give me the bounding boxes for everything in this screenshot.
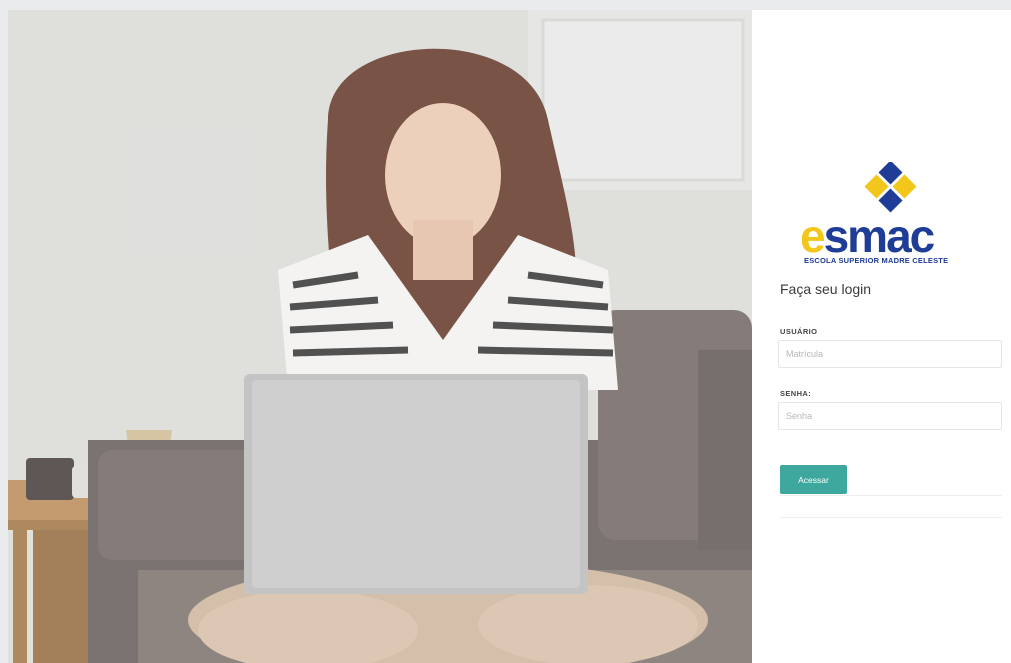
user-label: USUÁRIO xyxy=(780,327,818,336)
logo-letter-e: e xyxy=(800,210,826,262)
submit-button[interactable]: Acessar xyxy=(780,465,847,494)
password-input[interactable] xyxy=(778,402,1002,430)
login-panel: esmac ESCOLA SUPERIOR MADRE CELESTE Faça… xyxy=(752,10,1011,663)
logo-wordmark: esmac xyxy=(800,213,982,259)
logo-subtitle: ESCOLA SUPERIOR MADRE CELESTE xyxy=(804,256,949,265)
window-frame-left xyxy=(0,0,8,663)
hero-illustration xyxy=(8,10,752,663)
logo-letters: smac xyxy=(823,210,936,262)
divider-bottom xyxy=(780,517,1002,518)
divider-top xyxy=(780,495,1002,496)
window-frame-top xyxy=(0,0,1011,10)
user-input[interactable] xyxy=(778,340,1002,368)
hero-image xyxy=(8,10,752,663)
login-heading: Faça seu login xyxy=(780,281,872,297)
esmac-logo: esmac ESCOLA SUPERIOR MADRE CELESTE xyxy=(800,162,982,266)
password-label: SENHA: xyxy=(780,389,812,398)
